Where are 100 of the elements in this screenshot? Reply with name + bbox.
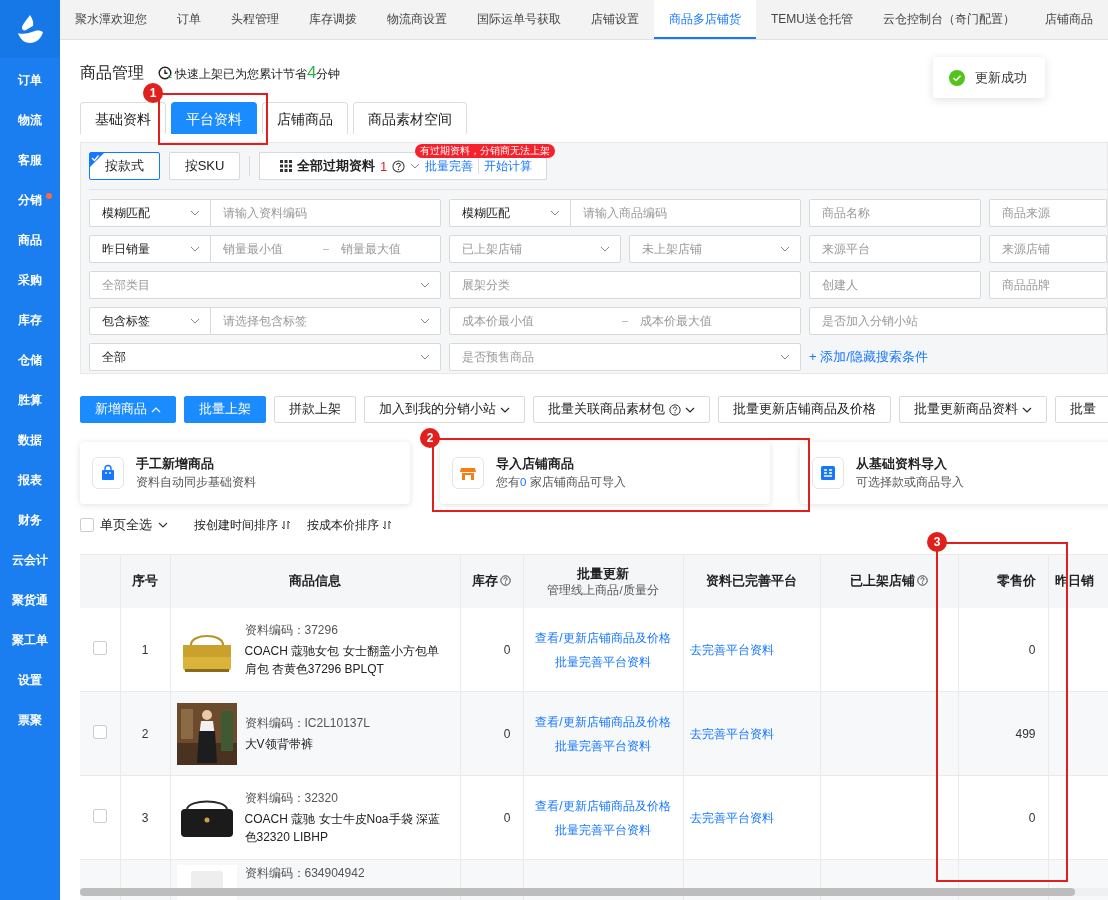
toggle-conditions-link[interactable]: + 添加/隐藏搜索条件: [809, 343, 928, 371]
mode-button[interactable]: 按SKU: [169, 152, 240, 180]
complete-info-link[interactable]: 去完善平台资料: [689, 637, 814, 662]
warning-badge: 有过期资料，分销商无法上架: [415, 144, 556, 158]
search-field[interactable]: 展架分类: [449, 271, 801, 299]
nav-tab[interactable]: 物流商设置: [372, 0, 462, 39]
mode-button[interactable]: 按款式: [89, 152, 160, 180]
toolbar-button[interactable]: 加入到我的分销小站: [364, 396, 525, 423]
action-link[interactable]: 开始计算: [484, 157, 533, 175]
search-field[interactable]: 请输入商品编码: [571, 199, 801, 227]
toolbar-button[interactable]: 批量更新商品资料: [899, 396, 1047, 423]
add-option-card[interactable]: 手工新增商品 资料自动同步基础资料: [80, 442, 410, 504]
complete-info-link[interactable]: 去完善平台资料: [689, 805, 814, 830]
option-title: 导入店铺商品: [496, 456, 575, 473]
sidebar-item[interactable]: 财务: [0, 500, 60, 540]
nav-tab[interactable]: 头程管理: [216, 0, 294, 39]
search-field[interactable]: 请输入资料编码: [211, 199, 441, 227]
expired-filter-label[interactable]: 全部过期资料: [297, 157, 375, 175]
time-saved-note: 快速上架已为您累计节省4分钟: [175, 63, 341, 83]
product-code: 资料编码：37296: [244, 621, 339, 639]
select-all-label[interactable]: 单页全选: [100, 516, 152, 534]
sidebar-item[interactable]: 票聚: [0, 700, 60, 740]
match-select[interactable]: 模糊匹配: [449, 199, 571, 227]
search-field[interactable]: 商品品牌: [989, 271, 1107, 299]
sidebar-item[interactable]: 设置: [0, 660, 60, 700]
nav-tab[interactable]: 店铺设置: [576, 0, 654, 39]
match-select[interactable]: 昨日销量: [89, 235, 211, 263]
table-cell: 0: [958, 608, 1048, 692]
search-field[interactable]: 来源店铺: [989, 235, 1107, 263]
filter-select[interactable]: 全部: [89, 343, 441, 371]
sidebar-item[interactable]: 聚货通: [0, 580, 60, 620]
view-tab[interactable]: 基础资料: [80, 102, 166, 134]
sort-option[interactable]: 按成本价排序: [307, 516, 379, 534]
column-header: 序号: [132, 574, 158, 588]
view-tab[interactable]: 店铺商品: [262, 102, 348, 134]
update-link[interactable]: 批量完善平台资料: [529, 733, 677, 758]
update-link[interactable]: 查看/更新店铺商品及价格: [529, 793, 677, 818]
sidebar-item[interactable]: 分销: [0, 180, 60, 220]
sidebar-item[interactable]: 客服: [0, 140, 60, 180]
sidebar-item[interactable]: 数据: [0, 420, 60, 460]
sidebar-item[interactable]: 仓储: [0, 340, 60, 380]
search-field[interactable]: 来源平台: [809, 235, 981, 263]
sidebar-item[interactable]: 采购: [0, 260, 60, 300]
view-tab[interactable]: 平台资料: [171, 102, 257, 134]
sidebar-item[interactable]: 聚工单: [0, 620, 60, 660]
sidebar-item[interactable]: 订单: [0, 60, 60, 100]
filter-select[interactable]: 已上架店铺: [449, 235, 621, 263]
toolbar-button[interactable]: 批量上架: [184, 396, 266, 423]
range-input[interactable]: 销量最小值: [211, 242, 323, 256]
column-header: 商品信息: [289, 574, 341, 588]
nav-tab[interactable]: 库存调拨: [294, 0, 372, 39]
table-cell: 0: [460, 608, 523, 692]
nav-tab[interactable]: 云仓控制台（奇门配置）: [868, 0, 1030, 39]
option-title: 从基础资料导入: [856, 456, 948, 473]
match-select[interactable]: 模糊匹配: [89, 199, 211, 227]
toolbar-button[interactable]: 批量更新店铺商品及价格: [718, 396, 891, 423]
range-input[interactable]: 销量最大值: [328, 242, 440, 256]
toast-text: 更新成功: [975, 68, 1027, 87]
product-name: COACH 蔻驰 女士牛皮Noa手袋 深蓝色32320 LIBHP: [244, 810, 441, 846]
option-title: 手工新增商品: [136, 456, 215, 473]
nav-tab[interactable]: TEMU送仓托管: [756, 0, 868, 39]
option-description: 您有0 家店铺商品可导入: [496, 475, 626, 490]
range-input[interactable]: 成本价最小值: [450, 314, 622, 328]
sidebar-item[interactable]: 报表: [0, 460, 60, 500]
search-field[interactable]: 商品名称: [809, 199, 981, 227]
product-code: 资料编码：634904942: [244, 865, 365, 882]
tag-select[interactable]: 请选择包含标签: [211, 307, 441, 335]
add-option-card[interactable]: 导入店铺商品 您有0 家店铺商品可导入: [440, 442, 770, 504]
filter-select[interactable]: 未上架店铺: [629, 235, 801, 263]
sidebar-item[interactable]: 库存: [0, 300, 60, 340]
toolbar-button[interactable]: 批量关联商品素材包: [533, 396, 710, 423]
sort-option[interactable]: 按创建时间排序: [194, 516, 278, 534]
update-link[interactable]: 查看/更新店铺商品及价格: [529, 709, 677, 734]
nav-tab[interactable]: 聚水潭欢迎您: [60, 0, 162, 39]
range-input[interactable]: 成本价最大值: [628, 314, 800, 328]
table-cell: 2: [120, 691, 170, 776]
nav-tab[interactable]: 国际运单号获取: [462, 0, 576, 39]
nav-tab[interactable]: 订单: [162, 0, 216, 39]
toolbar-button[interactable]: 批量: [1055, 396, 1108, 423]
update-link[interactable]: 查看/更新店铺商品及价格: [529, 625, 677, 650]
match-select[interactable]: 包含标签: [89, 307, 211, 335]
filter-select[interactable]: 全部类目: [89, 271, 441, 299]
search-field[interactable]: 创建人: [809, 271, 981, 299]
nav-tab[interactable]: 店铺商品: [1030, 0, 1093, 39]
update-link[interactable]: 批量完善平台资料: [529, 649, 677, 674]
table-cell: 0: [460, 775, 523, 860]
sidebar-item[interactable]: 物流: [0, 100, 60, 140]
sidebar-item[interactable]: 胜算: [0, 380, 60, 420]
action-link[interactable]: 批量完善: [425, 157, 474, 175]
toolbar-button[interactable]: 拼款上架: [274, 396, 356, 423]
sidebar-item[interactable]: 云会计: [0, 540, 60, 580]
nav-tab[interactable]: 商品多店铺货: [654, 0, 756, 39]
update-link[interactable]: 批量完善平台资料: [529, 817, 677, 842]
view-tab[interactable]: 商品素材空间: [353, 102, 467, 134]
filter-select[interactable]: 是否预售商品: [449, 343, 801, 371]
search-field[interactable]: 是否加入分销小站: [809, 307, 1107, 335]
sidebar-item[interactable]: 商品: [0, 220, 60, 260]
add-option-card[interactable]: 从基础资料导入 可选择款或商品导入: [800, 442, 1108, 504]
toolbar-button[interactable]: 新增商品: [80, 396, 176, 423]
search-field[interactable]: 商品来源: [989, 199, 1107, 227]
